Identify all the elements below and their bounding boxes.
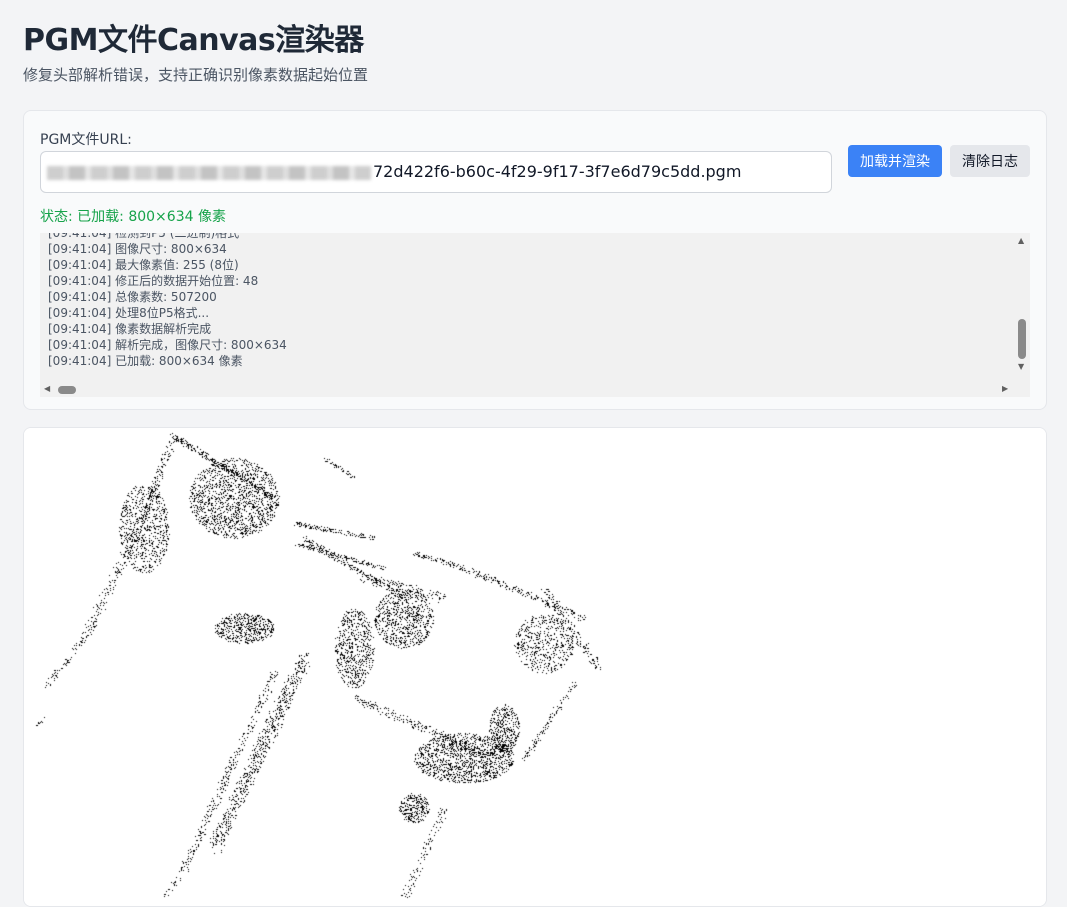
url-input[interactable]: 72d422f6-b60c-4f29-9f17-3f7e6d79c5dd.pgm	[40, 151, 832, 193]
log-line: [09:41:04] 最大像素值: 255 (8位)	[48, 258, 239, 272]
log-line: [09:41:04] 检测到P5 (二进制)格式	[48, 233, 240, 240]
log-horizontal-scroll-thumb[interactable]	[58, 386, 76, 394]
page-subtitle: 修复头部解析错误，支持正确识别像素数据起始位置	[23, 66, 369, 84]
load-render-button[interactable]: 加载并渲染	[848, 145, 942, 177]
status-text: 状态: 已加载: 800×634 像素	[40, 209, 226, 225]
log-vertical-scrollbar[interactable]: ▲ ▼	[1013, 233, 1030, 381]
log-line: [09:41:04] 处理8位P5格式...	[48, 306, 210, 320]
scroll-left-arrow-icon[interactable]: ◀	[44, 385, 50, 393]
log-line: [09:41:04] 修正后的数据开始位置: 48	[48, 274, 259, 288]
pgm-render-canvas	[24, 428, 1046, 906]
redacted-url-prefix	[47, 165, 371, 180]
log-horizontal-scrollbar[interactable]: ◀ ▶	[40, 381, 1030, 397]
scroll-right-arrow-icon[interactable]: ▶	[1002, 385, 1008, 393]
control-panel: PGM文件URL: 72d422f6-b60c-4f29-9f17-3f7e6d…	[23, 110, 1047, 410]
page-title: PGM文件Canvas渲染器	[23, 23, 364, 58]
url-label: PGM文件URL:	[40, 132, 132, 148]
scroll-down-arrow-icon[interactable]: ▼	[1018, 363, 1024, 371]
scroll-up-arrow-icon[interactable]: ▲	[1018, 237, 1024, 245]
log-line: [09:41:04] 解析完成，图像尺寸: 800×634	[48, 338, 287, 352]
log-line: [09:41:04] 总像素数: 507200	[48, 290, 217, 304]
render-canvas-container	[23, 427, 1047, 907]
log-panel[interactable]: [09:41:04] 检测到P5 (二进制)格式 [09:41:04] 图像尺寸…	[40, 233, 1030, 397]
log-line: [09:41:04] 已加载: 800×634 像素	[48, 354, 243, 368]
clear-log-button[interactable]: 清除日志	[950, 145, 1030, 177]
log-vertical-scroll-thumb[interactable]	[1018, 319, 1026, 359]
url-input-value: 72d422f6-b60c-4f29-9f17-3f7e6d79c5dd.pgm	[373, 162, 742, 181]
log-line: [09:41:04] 像素数据解析完成	[48, 322, 212, 336]
log-lines: [09:41:04] 检测到P5 (二进制)格式 [09:41:04] 图像尺寸…	[48, 233, 1010, 369]
log-line: [09:41:04] 图像尺寸: 800×634	[48, 242, 227, 256]
